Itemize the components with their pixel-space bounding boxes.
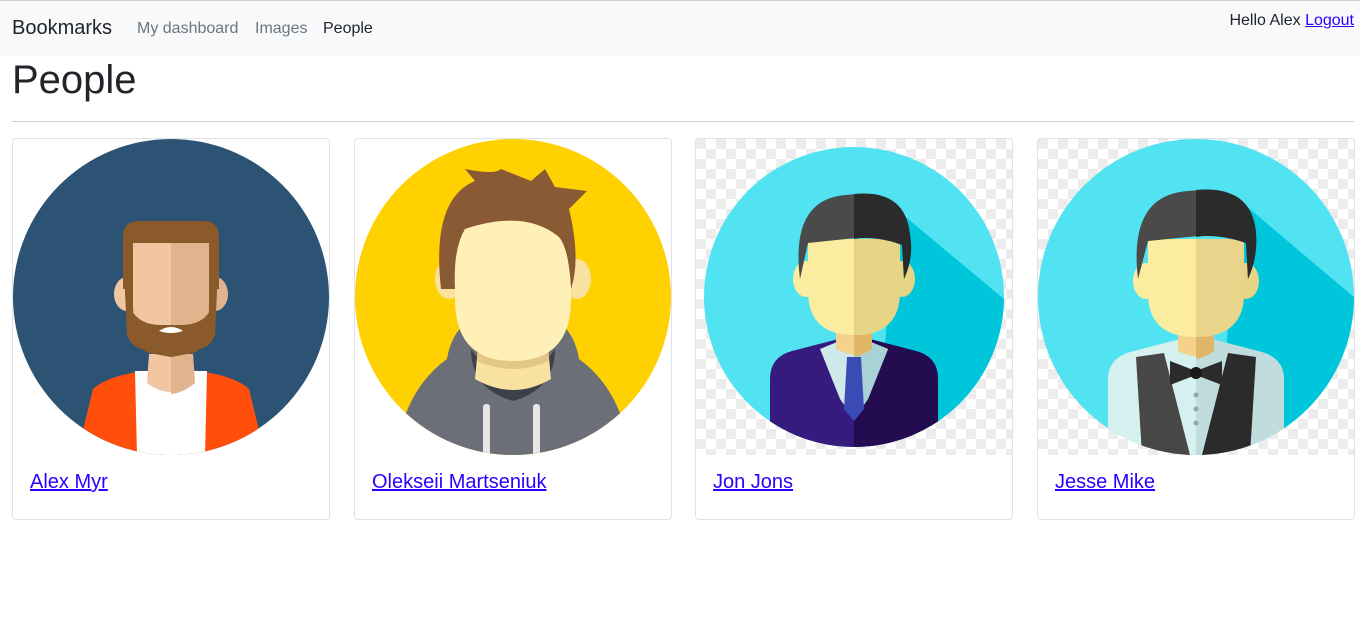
person-link[interactable]: Oleksеii Martseniuk [372, 471, 547, 494]
person-link[interactable]: Jon Jons [713, 471, 793, 494]
bowtie-man-avatar-icon[interactable] [1038, 139, 1354, 455]
logout-link[interactable]: Logout [1305, 12, 1354, 29]
user-greeting: Hello Alex Logout [1229, 12, 1354, 30]
greeting-text: Hello Alex [1229, 12, 1301, 29]
hoodie-man-avatar-icon[interactable] [355, 139, 671, 455]
person-card: Jon Jons [695, 138, 1013, 520]
person-link[interactable]: Jesse Mike [1055, 471, 1155, 494]
nav-my-dashboard[interactable]: My dashboard [137, 20, 238, 38]
person-link[interactable]: Alex Myr [30, 471, 108, 494]
title-divider [12, 121, 1354, 122]
person-card: Oleksеii Martseniuk [354, 138, 672, 520]
nav-images[interactable]: Images [255, 20, 307, 38]
person-card: Alex Myr [12, 138, 330, 520]
person-card: Jesse Mike [1037, 138, 1355, 520]
navbar: Bookmarks My dashboard Images People Hel… [0, 1, 1360, 56]
nav-people[interactable]: People [323, 20, 373, 38]
businessman-avatar-icon[interactable] [696, 139, 1012, 455]
page-title: People [12, 58, 137, 102]
bearded-man-avatar-icon[interactable] [13, 139, 329, 455]
brand-link[interactable]: Bookmarks [12, 17, 112, 40]
